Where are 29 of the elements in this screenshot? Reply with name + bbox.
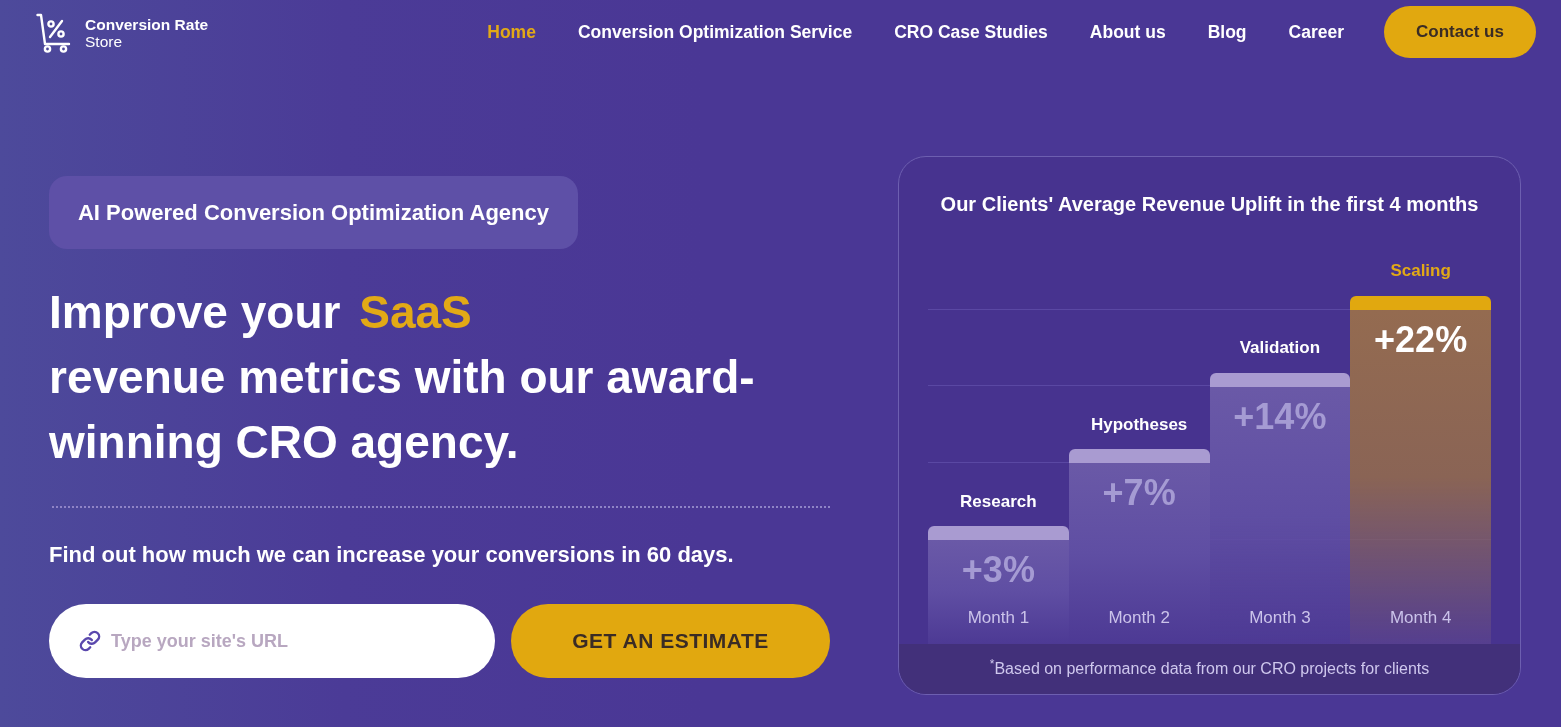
logo-name: Conversion Rate xyxy=(85,16,209,33)
uplift-value: +22% xyxy=(1374,319,1468,360)
nav-link[interactable]: About us xyxy=(1089,18,1166,46)
month-label: Month 3 xyxy=(1249,607,1311,629)
month-label: Month 1 xyxy=(967,607,1030,629)
logo-subtitle: Store xyxy=(85,33,124,50)
month-label: Month 4 xyxy=(1389,607,1452,629)
nav-link[interactable]: Blog xyxy=(1207,18,1247,46)
uplift-value: +14% xyxy=(1233,396,1327,437)
stage-label: Hypotheses xyxy=(1090,413,1188,436)
contact-button[interactable]: Contact us xyxy=(1384,6,1536,58)
nav-link[interactable]: Career xyxy=(1288,18,1344,46)
nav-link[interactable]: Home xyxy=(487,18,536,46)
link-icon xyxy=(79,630,101,652)
headline: Improve your SaaS revenue metrics with our award-winning CRO agency. xyxy=(49,285,756,470)
nav-link[interactable]: CRO Case Studies xyxy=(894,18,1048,46)
stage-label: Scaling xyxy=(1390,260,1451,283)
stage-label: Research xyxy=(960,490,1037,513)
subtitle-text: Find out how much we can increase your conversions in 60 days. xyxy=(49,541,735,569)
url-field[interactable]: Type your site's URL xyxy=(49,604,495,678)
uplift-value: +7% xyxy=(1102,473,1176,514)
tagline-badge: AI Powered Conversion Optimization Agency xyxy=(49,176,578,249)
estimate-button[interactable]: GET AN ESTIMATE xyxy=(511,604,830,678)
chart-title: Our Clients' Average Revenue Uplift in the first 4 months xyxy=(939,192,1480,217)
stage-label: Validation xyxy=(1239,337,1320,360)
month-label: Month 2 xyxy=(1108,607,1170,629)
nav-link[interactable]: Conversion Optimization Service xyxy=(577,18,853,46)
chart-footnote: $^{*}$Based on performance data from our CRO projects for clients xyxy=(899,644,1520,694)
uplift-value: +3% xyxy=(961,550,1035,590)
